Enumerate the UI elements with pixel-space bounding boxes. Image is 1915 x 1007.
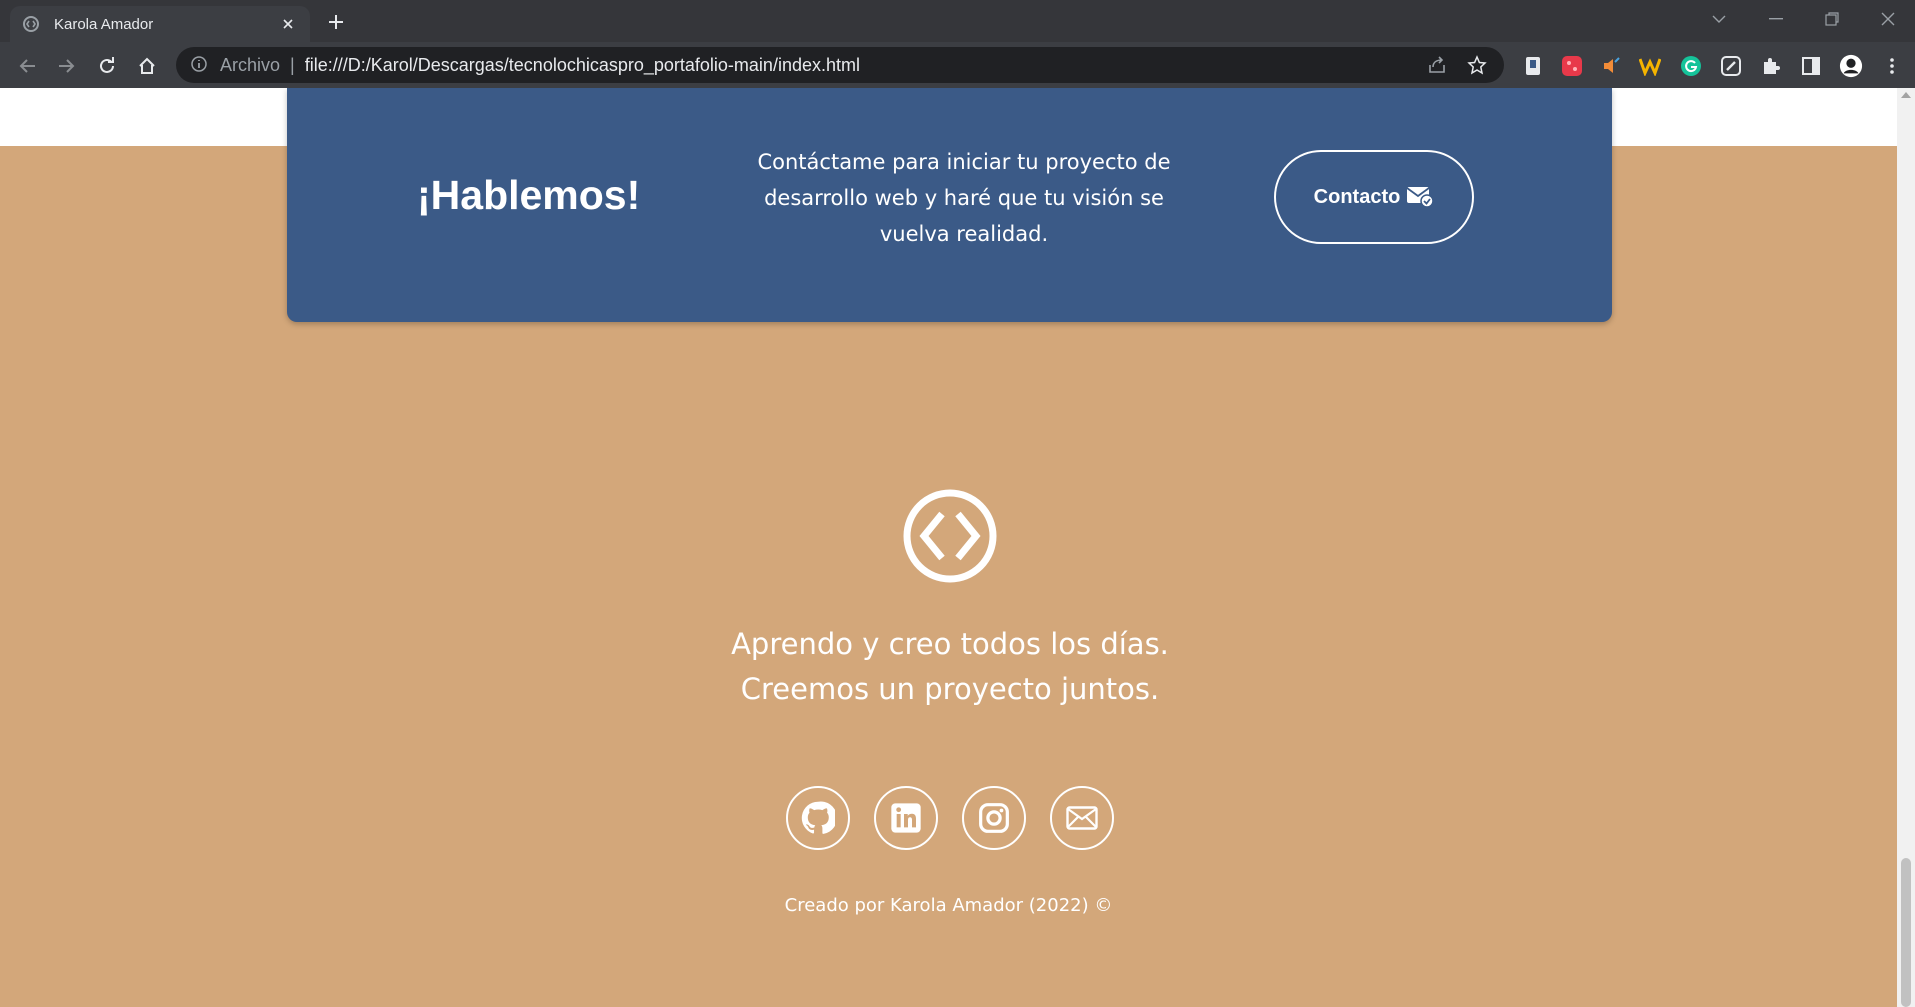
social-links [786,786,1138,850]
forward-icon[interactable] [52,51,82,81]
restore-icon[interactable] [1804,0,1860,38]
scrollbar-thumb[interactable] [1901,858,1911,1007]
minimize-icon[interactable] [1748,0,1804,38]
github-link[interactable] [786,786,850,850]
extension-edit-icon[interactable] [1719,54,1743,78]
footer-tagline: Aprendo y creo todos los días. Creemos u… [600,622,1300,712]
github-icon [801,801,835,835]
extension-audio-icon[interactable] [1599,54,1623,78]
instagram-icon [978,802,1010,834]
linkedin-icon [890,802,922,834]
close-tab-icon[interactable] [278,14,298,34]
new-tab-button[interactable] [322,9,350,35]
close-window-icon[interactable] [1860,0,1915,38]
page-favicon-icon [22,15,40,33]
browser-menu-icon[interactable] [1880,54,1904,78]
tab-search-icon[interactable] [1691,0,1747,38]
cta-heading: ¡Hablemos! [417,172,641,218]
tagline-line-2: Creemos un proyecto juntos. [740,672,1160,706]
instagram-link[interactable] [962,786,1026,850]
browser-toolbar: Archivo | file:///D:/Karol/Descargas/tec… [0,42,1915,88]
back-icon[interactable] [12,51,42,81]
address-bar[interactable]: Archivo | file:///D:/Karol/Descargas/tec… [176,47,1504,83]
browser-tab-strip: Karola Amador [0,0,1915,42]
contact-cta-card: ¡Hablemos! Contáctame para iniciar tu pr… [287,88,1612,322]
extension-w-icon[interactable] [1638,54,1662,78]
email-link[interactable] [1050,786,1114,850]
side-panel-icon[interactable] [1799,54,1823,78]
profile-avatar-icon[interactable] [1839,54,1863,78]
contact-button[interactable]: Contacto [1274,150,1474,244]
bookmark-star-icon[interactable] [1464,52,1490,78]
page-scrollbar[interactable] [1897,88,1915,1007]
code-logo-icon [902,488,998,584]
mail-check-icon [1406,186,1435,208]
linkedin-link[interactable] [874,786,938,850]
url-text[interactable]: file:///D:/Karol/Descargas/tecnolochicas… [305,55,1410,76]
email-icon [1066,806,1098,830]
site-info-icon[interactable] [190,55,210,75]
extensions-puzzle-icon[interactable] [1759,54,1783,78]
share-icon[interactable] [1424,52,1450,78]
reload-icon[interactable] [92,51,122,81]
scheme-separator: | [290,54,295,75]
extension-red-icon[interactable] [1560,54,1584,78]
footer-credit: Creado por Karola Amador (2022) © [784,895,1113,916]
browser-tab[interactable]: Karola Amador [10,6,310,42]
tagline-line-1: Aprendo y creo todos los días. [731,627,1169,661]
home-icon[interactable] [132,51,162,81]
tab-title: Karola Amador [54,15,154,33]
scroll-up-arrow-icon[interactable] [1901,92,1911,98]
grammarly-icon[interactable] [1679,54,1703,78]
page-viewport: ¡Hablemos! Contáctame para iniciar tu pr… [0,88,1897,1007]
extension-save-icon[interactable] [1521,54,1545,78]
contact-button-label: Contacto [1313,185,1401,208]
scheme-label: Archivo [220,54,281,75]
cta-description: Contáctame para iniciar tu proyecto de d… [757,150,1171,246]
